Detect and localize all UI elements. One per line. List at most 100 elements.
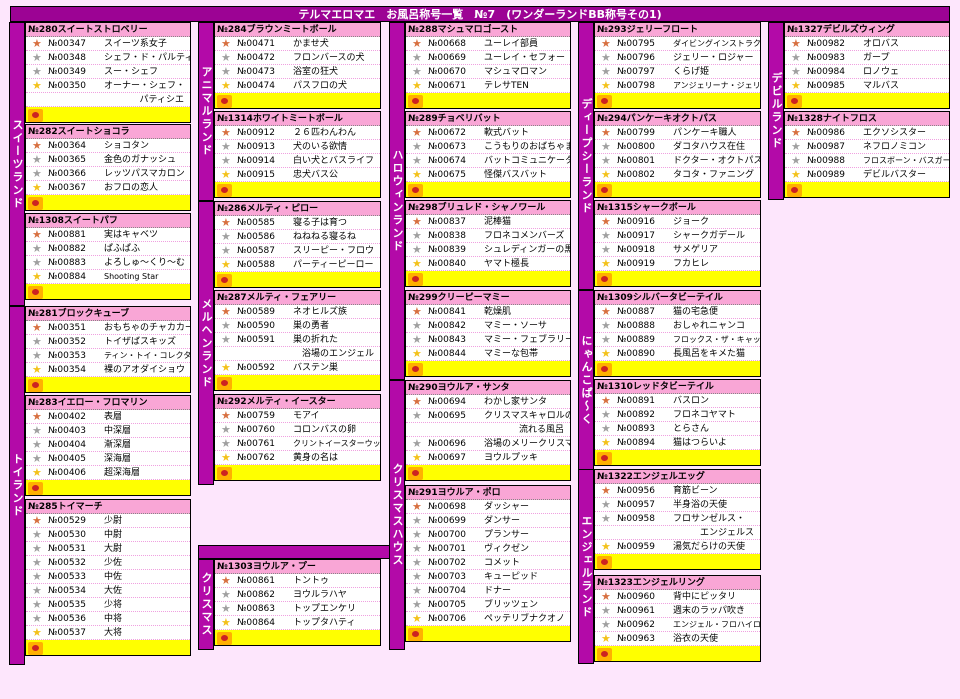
silver-star-icon: ★ — [412, 51, 422, 64]
crown-icon — [217, 632, 232, 645]
title-row: ★ №00702 コメット — [406, 556, 570, 570]
title-name: 忠犬バス公 — [293, 170, 339, 180]
crown-icon — [787, 95, 802, 108]
bronze-star-icon: ★ — [791, 126, 801, 139]
title-name: ブリッツェン — [484, 600, 539, 610]
title-row: ★ №00585 寝る子は育つ — [215, 216, 380, 230]
bronze-star-icon: ★ — [32, 514, 42, 527]
bronze-star-icon: ★ — [412, 37, 422, 50]
title-row: ★ №00802 タコタ・ファニング — [595, 168, 760, 182]
title-name: ダンサー — [484, 516, 521, 526]
group-footer — [785, 93, 949, 108]
title-number: №00892 — [617, 410, 655, 420]
silver-star-icon: ★ — [412, 243, 422, 256]
silver-star-icon: ★ — [601, 618, 611, 631]
title-row: ★ №00591 巣の折れた — [215, 333, 380, 347]
title-name: 中将 — [104, 614, 123, 624]
title-number: №00890 — [617, 349, 655, 359]
title-name: バスロン — [673, 396, 710, 406]
title-name: マミーな包帯 — [484, 349, 539, 359]
title-name-continuation: パティシエ — [26, 93, 190, 107]
title-number: №00694 — [428, 397, 466, 407]
title-row: ★ №00760 コロンバスの卵 — [215, 423, 380, 437]
bronze-star-icon: ★ — [791, 37, 801, 50]
title-name: 大佐 — [104, 586, 123, 596]
title-name: エンジェル・フロハイロゥ — [673, 620, 760, 629]
silver-star-icon: ★ — [601, 319, 611, 332]
title-row: ★ №00914 白い犬とバスライフ — [215, 154, 380, 168]
title-number: №00962 — [617, 620, 655, 630]
title-name: ダイビングインストラクター — [673, 39, 760, 48]
title-row: ★ №00839 シュレディンガーの黒猫 — [406, 243, 570, 257]
title-row: ★ №00959 湯気だらけの天使 — [595, 540, 760, 554]
silver-star-icon: ★ — [412, 319, 422, 332]
title-number: №00957 — [617, 500, 655, 510]
title-row: ★ №00669 ユーレイ・セフォー — [406, 51, 570, 65]
title-name: ロノウェ — [863, 67, 900, 77]
gold-star-icon: ★ — [601, 79, 611, 92]
title-number: №00987 — [807, 142, 845, 152]
title-number: №00914 — [237, 156, 275, 166]
title-name: トントゥ — [293, 576, 330, 586]
crown-icon — [597, 556, 612, 569]
title-row: ★ №00353 ティン・トイ・コレクター — [26, 349, 190, 363]
title-number: №00841 — [428, 307, 466, 317]
title-number: №00533 — [48, 572, 86, 582]
title-row: ★ №00348 シェフ・ド・パルティ — [26, 51, 190, 65]
bronze-star-icon: ★ — [601, 590, 611, 603]
title-row: ★ №00962 エンジェル・フロハイロゥ — [595, 618, 760, 632]
title-row: ★ №00534 大佐 — [26, 584, 190, 598]
title-name: パスフロの犬 — [293, 81, 348, 91]
crown-icon — [408, 273, 423, 286]
silver-star-icon: ★ — [791, 154, 801, 167]
section-label-toy-land: トイランド — [9, 306, 25, 665]
title-row: ★ №00531 大尉 — [26, 542, 190, 556]
group-footer — [406, 361, 570, 376]
title-number: №00989 — [807, 170, 845, 180]
title-row: ★ №00699 ダンサー — [406, 514, 570, 528]
title-number: №00983 — [807, 53, 845, 63]
title-row: ★ №00537 大将 — [26, 626, 190, 640]
gold-star-icon: ★ — [601, 436, 611, 449]
title-name: フロンバースの犬 — [293, 53, 365, 63]
crown-icon — [408, 628, 423, 641]
title-number: №00891 — [617, 396, 655, 406]
crown-icon — [408, 184, 423, 197]
silver-star-icon: ★ — [32, 335, 42, 348]
title-name: トップタハティ — [293, 618, 356, 628]
crown-icon — [217, 274, 232, 287]
crown-icon — [597, 184, 612, 197]
gold-star-icon: ★ — [412, 451, 422, 464]
silver-star-icon: ★ — [412, 598, 422, 611]
title-name-continuation: 浴場のエンジェル — [215, 347, 380, 361]
title-row: ★ №00864 トップタハティ — [215, 616, 380, 630]
title-name: ダッシャー — [484, 502, 530, 512]
silver-star-icon: ★ — [221, 154, 231, 167]
title-number: №00674 — [428, 156, 466, 166]
group-1315: №1315シャークボール ★ №00916 ジョーク ★ №00917 シャークガデール ★ №… — [594, 200, 761, 287]
title-row: ★ №00912 ２６匹わんわん — [215, 126, 380, 140]
group-header: №1328ナイトフロス — [785, 112, 949, 126]
title-number: №00403 — [48, 426, 86, 436]
group-1327: №1327デビルズウィング ★ №00982 オロバス ★ №00983 ガープ ★ №0098… — [784, 22, 950, 109]
group-footer — [215, 93, 380, 108]
group-header: №291ヨウルア・ポロ — [406, 486, 570, 500]
title-number: №00350 — [48, 81, 86, 91]
title-number: №00958 — [617, 514, 655, 524]
title-row: ★ №00694 わかし家サンタ — [406, 395, 570, 409]
title-name-continuation: エンジェルス — [595, 526, 760, 540]
group-294: №294パンケーキオクトパス ★ №00799 パンケーキ職人 ★ №00800 ダコタハウ… — [594, 111, 761, 198]
crown-icon — [217, 467, 232, 480]
title-name: フロネコヤマト — [673, 410, 736, 420]
title-name: ネフロノミコン — [863, 142, 927, 152]
title-name: 育筋ビーン — [673, 486, 718, 496]
title-name: スリーピー・フロウ — [293, 246, 375, 256]
title-number: №00917 — [617, 231, 655, 241]
title-number: №00348 — [48, 53, 86, 63]
group-header: №299クリーピーマミー — [406, 291, 570, 305]
title-row: ★ №00671 テレサTEN — [406, 79, 570, 93]
group-header: №286メルティ・ピロー — [215, 202, 380, 216]
title-number: №00472 — [237, 53, 275, 63]
title-name: 湯気だらけの天使 — [673, 542, 746, 552]
title-name: 猫はつらいよ — [673, 438, 727, 448]
